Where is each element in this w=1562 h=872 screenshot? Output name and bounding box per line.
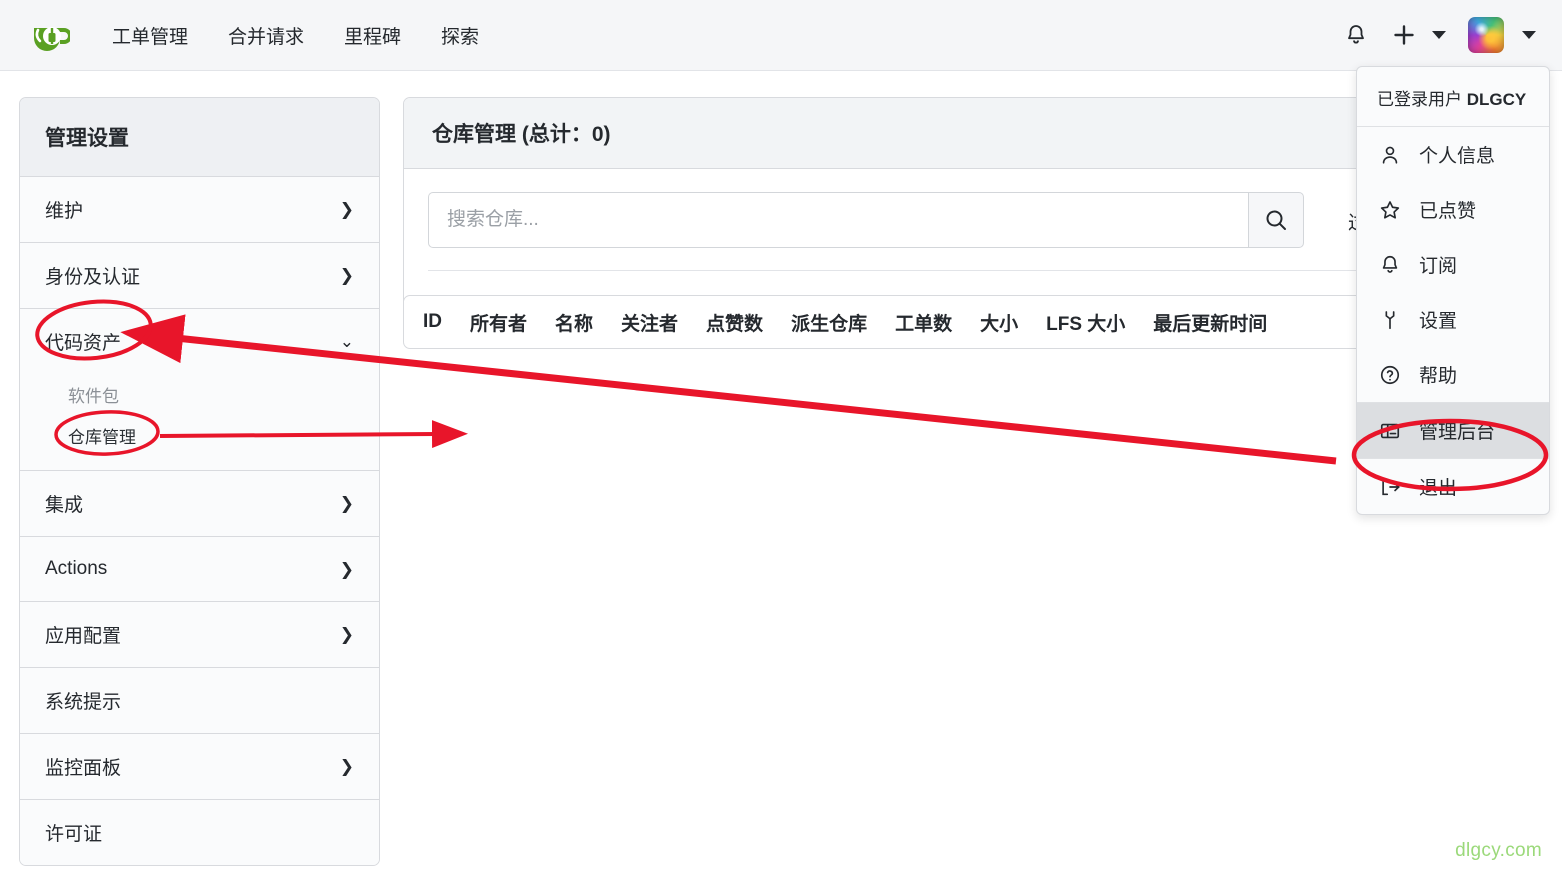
menu-item-label: 个人信息	[1419, 146, 1496, 167]
bell-icon	[1377, 254, 1403, 276]
sidebar-item-maintenance[interactable]: 维护 ❯	[20, 177, 379, 243]
navbar-left-group: 工单管理 合并请求 里程碑 探索	[0, 0, 499, 70]
table-header-row: ID 所有者 名称 关注者 点赞数 派生仓库 工单数 大小 LFS 大小 最后更…	[404, 309, 1267, 336]
sidebar-item-label: 维护	[45, 201, 84, 222]
menu-item-admin[interactable]: 管理后台	[1357, 402, 1549, 458]
sidebar-subgroup-code-assets: 软件包 仓库管理	[20, 374, 379, 471]
person-icon	[1377, 144, 1403, 166]
wrench-icon	[1377, 309, 1403, 331]
admin-sidebar: 管理设置 维护 ❯ 身份及认证 ❯ 代码资产 ⌄ 软件包 仓库管理 集成 ❯ A…	[19, 97, 380, 866]
user-menu-username: DLGCY	[1466, 90, 1527, 109]
search-input[interactable]	[428, 192, 1248, 248]
gitea-teacup-logo-icon[interactable]	[28, 14, 70, 56]
sidebar-item-label: 集成	[45, 495, 84, 516]
sidebar-item-system-notices[interactable]: 系统提示	[20, 668, 379, 734]
user-menu-header-prefix: 已登录用户	[1377, 90, 1467, 109]
gitea-teacup-logo-svg	[34, 27, 70, 51]
search-button[interactable]	[1248, 192, 1304, 248]
navbar-right-group	[1334, 0, 1562, 70]
bell-icon	[1348, 25, 1364, 44]
menu-item-label: 订阅	[1419, 256, 1458, 277]
avatar[interactable]	[1468, 17, 1504, 53]
top-navbar: 工单管理 合并请求 里程碑 探索	[0, 0, 1562, 71]
nav-item-pulls[interactable]: 合并请求	[208, 0, 324, 70]
table-column-updated[interactable]: 最后更新时间	[1153, 309, 1267, 336]
menu-item-label: 管理后台	[1419, 422, 1496, 443]
sidebar-item-label: 监控面板	[45, 758, 122, 779]
sidebar-item-app-config[interactable]: 应用配置 ❯	[20, 602, 379, 668]
sidebar-item-code-assets[interactable]: 代码资产 ⌄	[20, 309, 379, 374]
user-menu-header: 已登录用户 DLGCY	[1357, 67, 1549, 127]
menu-item-starred[interactable]: 已点赞	[1357, 182, 1549, 237]
table-column-size[interactable]: 大小	[980, 309, 1018, 336]
menu-item-profile[interactable]: 个人信息	[1357, 127, 1549, 182]
table-column-id[interactable]: ID	[423, 311, 442, 333]
nav-item-explore[interactable]: 探索	[421, 0, 499, 70]
search-box	[428, 192, 1304, 248]
notification-bell-button[interactable]	[1334, 13, 1378, 57]
table-column-owner[interactable]: 所有者	[470, 309, 527, 336]
nav-item-milestones[interactable]: 里程碑	[324, 0, 421, 70]
menu-item-subscriptions[interactable]: 订阅	[1357, 237, 1549, 292]
chevron-right-icon: ❯	[339, 625, 354, 644]
user-dropdown-menu: 已登录用户 DLGCY 个人信息 已点赞 订阅 设置 帮助 管理后台 退出	[1356, 66, 1550, 515]
table-column-lfs-size[interactable]: LFS 大小	[1046, 309, 1125, 336]
sidebar-subitem-repositories[interactable]: 仓库管理	[20, 415, 379, 456]
plus-icon	[1394, 25, 1414, 45]
sidebar-item-licenses[interactable]: 许可证	[20, 800, 379, 865]
sidebar-item-label: 系统提示	[45, 692, 122, 713]
table-column-name[interactable]: 名称	[555, 309, 593, 336]
table-column-watchers[interactable]: 关注者	[621, 309, 678, 336]
sidebar-item-label: 许可证	[45, 824, 103, 845]
user-menu-chevron-down-icon[interactable]	[1522, 31, 1536, 39]
sidebar-subitem-packages[interactable]: 软件包	[20, 374, 379, 415]
star-icon	[1377, 199, 1403, 221]
sidebar-item-label: 代码资产	[45, 333, 122, 354]
sidebar-item-integrations[interactable]: 集成 ❯	[20, 471, 379, 537]
sidebar-item-label: Actions	[45, 558, 108, 579]
sign-out-icon	[1377, 476, 1403, 498]
search-icon	[1266, 210, 1286, 230]
watermark: dlgcy.com	[1455, 840, 1542, 861]
table-column-issues[interactable]: 工单数	[895, 309, 952, 336]
menu-item-label: 帮助	[1419, 366, 1458, 387]
sidebar-item-label: 身份及认证	[45, 267, 141, 288]
nav-item-issues[interactable]: 工单管理	[92, 0, 208, 70]
sidebar-item-label: 应用配置	[45, 626, 122, 647]
sidebar-title: 管理设置	[20, 98, 379, 177]
chevron-right-icon: ❯	[339, 200, 354, 219]
table-column-forks[interactable]: 派生仓库	[791, 309, 867, 336]
question-circle-icon	[1377, 364, 1403, 386]
menu-item-help[interactable]: 帮助	[1357, 347, 1549, 402]
chevron-down-icon: ⌄	[339, 332, 354, 351]
sidebar-item-monitoring[interactable]: 监控面板 ❯	[20, 734, 379, 800]
menu-item-signout[interactable]: 退出	[1357, 458, 1549, 514]
chevron-right-icon: ❯	[339, 757, 354, 776]
sidebar-item-actions[interactable]: Actions ❯	[20, 537, 379, 602]
create-new-button[interactable]	[1382, 13, 1426, 57]
create-new-chevron-down-icon[interactable]	[1432, 31, 1446, 39]
sidebar-item-identity-auth[interactable]: 身份及认证 ❯	[20, 243, 379, 309]
chevron-right-icon: ❯	[339, 559, 354, 579]
table-column-stars[interactable]: 点赞数	[706, 309, 763, 336]
menu-item-label: 已点赞	[1419, 201, 1477, 222]
menu-item-settings[interactable]: 设置	[1357, 292, 1549, 347]
server-icon	[1377, 420, 1403, 442]
menu-item-label: 退出	[1419, 478, 1458, 499]
chevron-right-icon: ❯	[339, 494, 354, 513]
chevron-right-icon: ❯	[339, 266, 354, 285]
menu-item-label: 设置	[1419, 311, 1458, 332]
